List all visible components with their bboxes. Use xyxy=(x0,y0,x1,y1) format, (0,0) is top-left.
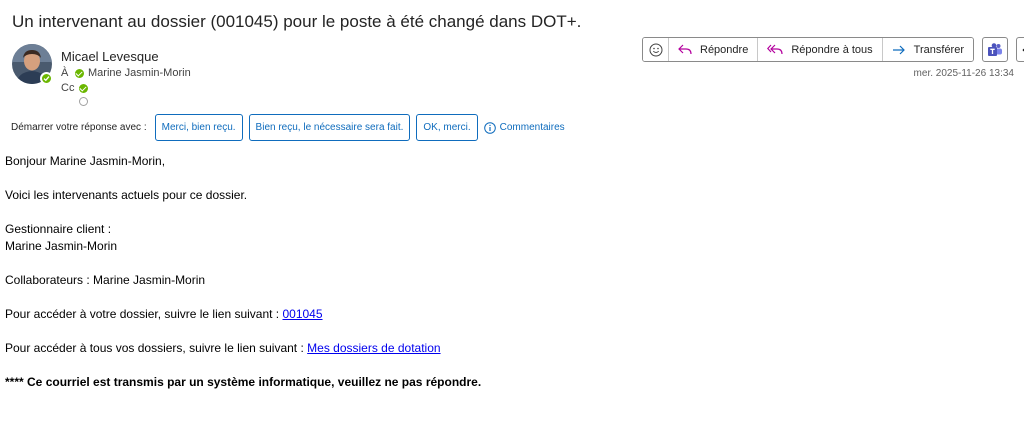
more-actions-button[interactable] xyxy=(1016,37,1024,62)
feedback-link[interactable]: Commentaires xyxy=(483,121,565,134)
info-icon xyxy=(483,121,496,134)
action-button-group: Répondre Répondre à tous Transférer xyxy=(642,37,974,62)
suggested-reply-2[interactable]: Bien reçu, le nécessaire sera fait. xyxy=(248,114,411,141)
suggested-reply-3[interactable]: OK, merci. xyxy=(416,114,478,141)
manager-label: Gestionnaire client : xyxy=(5,222,112,236)
file-link[interactable]: 001045 xyxy=(282,307,322,321)
collaborators-text: Collaborateurs : Marine Jasmin-Morin xyxy=(5,273,206,287)
intro-text: Voici les intervenants actuels pour ce d… xyxy=(5,188,248,202)
presence-available-icon xyxy=(40,72,53,85)
manager-name: Marine Jasmin-Morin xyxy=(5,239,118,253)
teams-button[interactable] xyxy=(982,37,1008,62)
greeting: Bonjour Marine Jasmin-Morin, xyxy=(5,154,166,168)
suggested-replies-label: Démarrer votre réponse avec : xyxy=(11,122,147,133)
message-date: mer. 2025-11-26 13:34 xyxy=(913,68,1014,79)
message-actions: Répondre Répondre à tous Transférer xyxy=(642,37,1024,62)
email-subject: Un intervenant au dossier (001045) pour … xyxy=(12,12,582,31)
all-files-link[interactable]: Mes dossiers de dotation xyxy=(307,341,440,355)
email-body: Bonjour Marine Jasmin-Morin, Voici les i… xyxy=(5,153,1005,391)
file-link-line: Pour accéder à votre dossier, suivre le … xyxy=(5,307,323,321)
cc-line: Cc xyxy=(61,82,92,94)
to-recipient[interactable]: Marine Jasmin-Morin xyxy=(88,67,191,79)
to-label: À xyxy=(61,67,69,79)
suggested-reply-1[interactable]: Merci, bien reçu. xyxy=(154,114,243,141)
recipient-presence-icon xyxy=(75,68,84,78)
reply-all-button[interactable]: Répondre à tous xyxy=(758,38,883,61)
teams-icon xyxy=(988,42,1002,56)
smiley-icon xyxy=(649,43,662,56)
suggested-replies: Démarrer votre réponse avec : Merci, bie… xyxy=(11,114,565,141)
emoji-reaction-button[interactable] xyxy=(643,38,669,61)
sender-name[interactable]: Micael Levesque xyxy=(61,49,159,64)
forward-icon xyxy=(892,45,905,54)
cc-label: Cc xyxy=(61,82,75,94)
automated-notice: **** Ce courriel est transmis par un sys… xyxy=(5,375,482,389)
to-line: À Marine Jasmin-Morin xyxy=(61,67,191,79)
reply-all-icon xyxy=(767,44,783,54)
cc-presence-icon[interactable] xyxy=(79,83,88,93)
reply-icon xyxy=(678,44,692,54)
cc-presence-unknown-icon[interactable] xyxy=(79,97,88,106)
all-files-link-line: Pour accéder à tous vos dossiers, suivre… xyxy=(5,341,441,355)
reply-button[interactable]: Répondre xyxy=(669,38,759,61)
forward-button[interactable]: Transférer xyxy=(882,38,973,61)
